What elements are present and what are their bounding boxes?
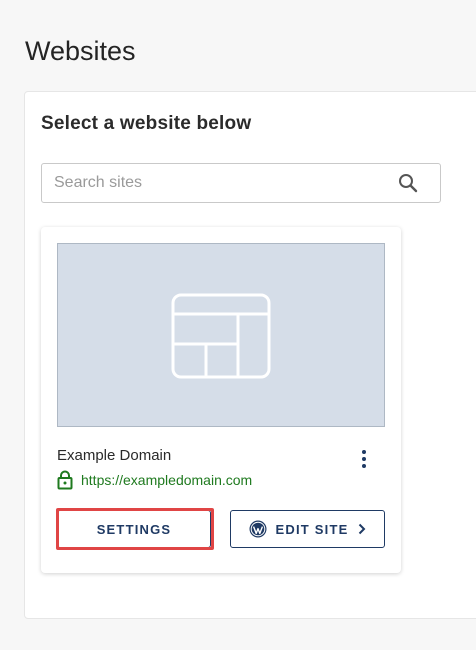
site-selector-panel: Select a website below Example Domain — [24, 91, 476, 619]
layout-placeholder-icon — [171, 293, 271, 379]
panel-heading: Select a website below — [41, 113, 252, 134]
site-thumbnail[interactable] — [57, 243, 385, 427]
site-name: Example Domain — [57, 447, 172, 464]
lock-icon — [57, 470, 73, 490]
page-title: Websites — [25, 36, 136, 66]
search-input[interactable] — [54, 164, 384, 202]
edit-site-button[interactable]: EDIT SITE — [230, 510, 385, 548]
settings-button-label: SETTINGS — [96, 521, 172, 537]
chevron-right-icon — [359, 523, 366, 535]
site-url-row: https://exampledomain.com — [57, 470, 252, 490]
site-url[interactable]: https://exampledomain.com — [81, 472, 252, 488]
search-icon[interactable] — [398, 173, 418, 193]
settings-button[interactable]: SETTINGS — [57, 510, 211, 548]
kebab-menu-icon[interactable] — [359, 449, 369, 469]
search-box — [41, 163, 441, 203]
edit-site-button-label: EDIT SITE — [275, 521, 349, 537]
wordpress-icon — [249, 520, 267, 538]
site-card: Example Domain https://exampledomain.com… — [41, 227, 401, 573]
